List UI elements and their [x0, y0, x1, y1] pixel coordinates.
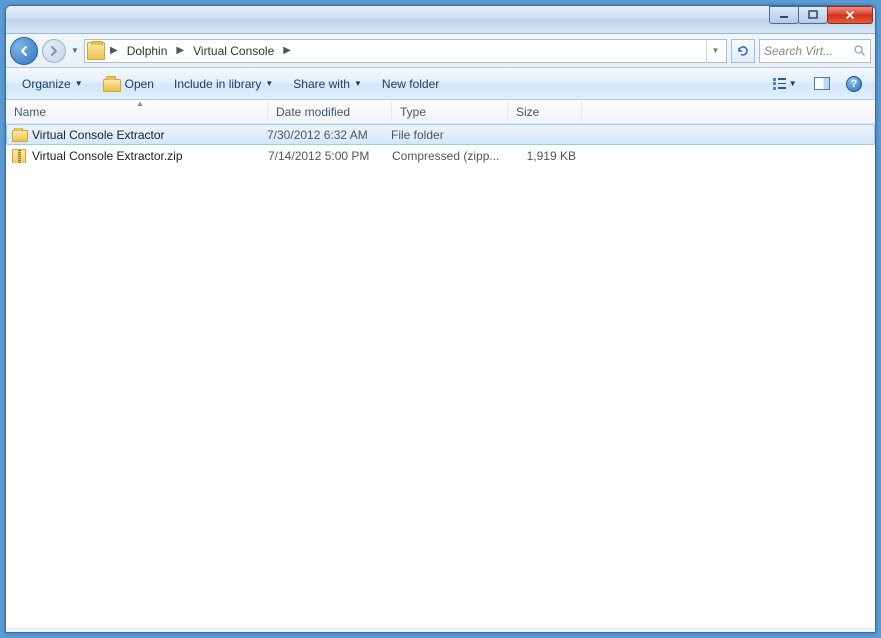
include-library-button[interactable]: Include in library ▼: [166, 73, 281, 95]
table-row[interactable]: Virtual Console Extractor 7/30/2012 6:32 …: [6, 124, 875, 145]
open-label: Open: [125, 77, 154, 91]
window-controls: [770, 6, 873, 24]
open-folder-icon: [103, 76, 121, 92]
new-folder-button[interactable]: New folder: [374, 73, 447, 95]
maximize-button[interactable]: [798, 6, 828, 24]
cell-type: File folder: [391, 128, 507, 142]
share-with-button[interactable]: Share with ▼: [285, 73, 370, 95]
chevron-down-icon: ▼: [75, 79, 83, 88]
minimize-button[interactable]: [769, 6, 799, 24]
file-list[interactable]: Virtual Console Extractor 7/30/2012 6:32 …: [6, 124, 875, 628]
breadcrumb-seg-1[interactable]: Dolphin: [123, 40, 172, 62]
titlebar: [6, 6, 875, 34]
chevron-down-icon: ▼: [354, 79, 362, 88]
breadcrumb-seg-2[interactable]: Virtual Console: [189, 40, 278, 62]
folder-icon: [12, 128, 28, 142]
share-label: Share with: [293, 77, 350, 91]
organize-button[interactable]: Organize ▼: [14, 73, 91, 95]
view-list-icon: [773, 78, 786, 90]
back-button[interactable]: [10, 37, 38, 65]
view-options-button[interactable]: ▼: [767, 73, 803, 95]
organize-label: Organize: [22, 77, 71, 91]
search-placeholder: Search Virt...: [764, 44, 853, 58]
cell-size: 1,919 KB: [508, 149, 582, 163]
navigation-bar: ▼ ▶ Dolphin ▶ Virtual Console ▶ ▼ Search…: [6, 34, 875, 68]
column-header-size[interactable]: Size: [508, 100, 582, 123]
status-bar: [6, 628, 875, 632]
cell-name: Virtual Console Extractor.zip: [12, 149, 268, 163]
chevron-down-icon: ▼: [789, 79, 797, 88]
search-icon: [853, 44, 866, 57]
address-bar[interactable]: ▶ Dolphin ▶ Virtual Console ▶ ▼: [84, 39, 727, 63]
table-row[interactable]: Virtual Console Extractor.zip 7/14/2012 5…: [6, 145, 875, 166]
history-dropdown[interactable]: ▼: [70, 46, 80, 55]
help-button[interactable]: ?: [841, 73, 867, 95]
chevron-right-icon[interactable]: ▶: [173, 45, 187, 56]
refresh-button[interactable]: [731, 39, 755, 63]
column-headers: ▲ Name Date modified Type Size: [6, 100, 875, 124]
column-header-date[interactable]: Date modified: [268, 100, 392, 123]
cell-name: Virtual Console Extractor: [12, 128, 267, 142]
newfolder-label: New folder: [382, 77, 439, 91]
preview-pane-button[interactable]: [809, 73, 835, 95]
cell-date: 7/14/2012 5:00 PM: [268, 149, 392, 163]
chevron-right-icon[interactable]: ▶: [107, 45, 121, 56]
panel-icon: [814, 77, 830, 90]
include-label: Include in library: [174, 77, 261, 91]
chevron-right-icon[interactable]: ▶: [280, 45, 294, 56]
address-dropdown[interactable]: ▼: [706, 40, 724, 62]
search-input[interactable]: Search Virt...: [759, 39, 871, 63]
chevron-down-icon: ▼: [265, 79, 273, 88]
file-name: Virtual Console Extractor: [32, 128, 165, 142]
folder-icon: [87, 42, 105, 60]
explorer-window: ▼ ▶ Dolphin ▶ Virtual Console ▶ ▼ Search…: [5, 5, 876, 633]
command-bar: Organize ▼ Open Include in library ▼ Sha…: [6, 68, 875, 100]
help-icon: ?: [846, 76, 862, 92]
close-button[interactable]: [827, 6, 873, 24]
forward-button[interactable]: [42, 39, 66, 63]
column-header-name[interactable]: Name: [6, 100, 268, 123]
column-header-type[interactable]: Type: [392, 100, 508, 123]
file-name: Virtual Console Extractor.zip: [32, 149, 183, 163]
open-button[interactable]: Open: [95, 72, 162, 96]
zip-icon: [12, 149, 28, 163]
cell-date: 7/30/2012 6:32 AM: [267, 128, 391, 142]
cell-type: Compressed (zipp...: [392, 149, 508, 163]
